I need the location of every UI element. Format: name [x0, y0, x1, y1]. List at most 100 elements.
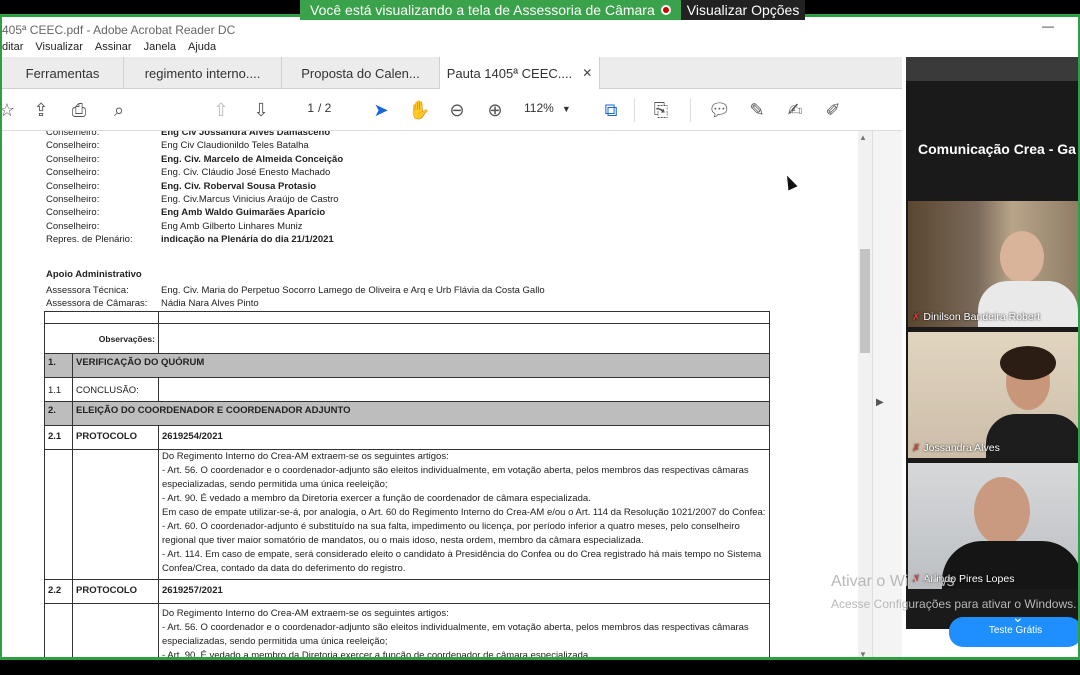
- search-icon[interactable]: ⌕: [108, 99, 130, 121]
- member-label: Conselheiro:: [46, 193, 100, 205]
- table-cell: [72, 603, 159, 657]
- zoom-in-icon[interactable]: ⊕: [484, 99, 506, 121]
- members-list: Conselheiro: Eng Civ Jossandra Alves Dama…: [46, 131, 343, 248]
- participant-video: [974, 477, 1030, 545]
- tab-bar: Ferramentas regimento interno.... Propos…: [2, 57, 902, 89]
- tab-pauta[interactable]: Pauta 1405ª CEEC.... ✕: [440, 57, 600, 89]
- tab-label: Ferramentas: [25, 65, 100, 81]
- member-label: Conselheiro:: [46, 207, 100, 219]
- member-name: Eng. Civ. Roberval Sousa Protasio: [161, 180, 317, 192]
- paragraph: - Art. 56. O coordenador e o coordenador…: [162, 465, 749, 490]
- chevron-down-icon[interactable]: ⌄: [1012, 609, 1024, 626]
- table-row: 2. ELEIÇÃO DO COORDENADOR E COORDENADOR …: [44, 401, 770, 426]
- mic-muted-icon: ✗: [912, 311, 921, 323]
- tab-label: regimento interno....: [144, 65, 261, 81]
- zoom-out-icon[interactable]: ⊖: [446, 99, 468, 121]
- hand-icon[interactable]: ✋: [408, 99, 430, 121]
- participant-video: [1000, 346, 1056, 380]
- list-item: Conselheiro: Eng Civ Jossandra Alves Dama…: [46, 131, 343, 140]
- table-row: 2.1 PROTOCOLO 2619254/2021: [44, 425, 770, 450]
- article-text: Do Regimento Interno do Crea-AM extraem-…: [158, 449, 770, 580]
- menu-window[interactable]: Janela: [144, 41, 176, 57]
- page-down-icon[interactable]: ⇩: [250, 99, 272, 121]
- comment-icon[interactable]: 💬︎: [708, 99, 731, 121]
- chevron-right-icon[interactable]: ▶: [876, 397, 884, 408]
- table-row: 1. VERIFICAÇÃO DO QUÓRUM: [44, 353, 770, 378]
- fit-page-icon[interactable]: ⧉: [600, 99, 622, 121]
- list-item: Assessora Técnica: Eng. Civ. Maria do Per…: [46, 285, 545, 298]
- page-up-icon[interactable]: ⇧: [210, 99, 232, 121]
- video-panel: Comunicação Crea - Ga ✗ Dinilson Bandeira…: [906, 57, 1078, 629]
- scroll-icon[interactable]: ⎘: [650, 99, 672, 121]
- menu-sign[interactable]: Assinar: [95, 41, 132, 57]
- view-options-button[interactable]: Visualizar Opções: [680, 0, 806, 20]
- scroll-down-icon[interactable]: ▼: [859, 650, 867, 657]
- video-tile[interactable]: ✗ Arlindo Pires Lopes: [908, 463, 1078, 589]
- tab-label: Pauta 1405ª CEEC....: [446, 65, 573, 81]
- toolbar: ☆ ⇪ ⎙ ⌕ ⇧ ⇩ 1 / 2 ➤ ✋ ⊖ ⊕ 112% ▼ ⧉ ⎘ 💬︎ ✎…: [2, 89, 902, 131]
- observations-label: Observações:: [44, 323, 159, 354]
- scrollbar-thumb[interactable]: [860, 249, 870, 353]
- scroll-up-icon[interactable]: ▲: [859, 133, 867, 142]
- screen-share-banner: Você está visualizando a tela de Assesso…: [300, 0, 806, 20]
- menu-edit[interactable]: ditar: [2, 41, 23, 57]
- paragraph: - Art. 60. O coordenador-adjunto é subst…: [162, 521, 740, 546]
- paragraph: - Art. 114. Em caso de empate, será cons…: [162, 549, 762, 574]
- section-heading: Apoio Administrativo: [46, 269, 142, 280]
- upload-icon[interactable]: ⇪: [30, 99, 52, 121]
- participant-label: Jossandra Alves: [923, 442, 1000, 454]
- menu-help[interactable]: Ajuda: [188, 41, 216, 57]
- member-label: Conselheiro:: [46, 180, 100, 192]
- menu-view[interactable]: Visualizar: [35, 41, 83, 57]
- star-icon[interactable]: ☆: [2, 99, 18, 121]
- tab-regimento[interactable]: regimento interno....: [124, 57, 282, 89]
- mouse-cursor: [782, 173, 798, 191]
- member-name: indicação na Plenária do dia 21/1/2021: [161, 234, 334, 246]
- windows-watermark: Ativar o Windows: [831, 573, 955, 590]
- edit-icon[interactable]: ✐: [822, 99, 844, 121]
- pdf-document[interactable]: Conselheiro: Eng Civ Jossandra Alves Dama…: [2, 131, 858, 657]
- list-item: Conselheiro: Eng. Civ. Roberval Sousa Pro…: [46, 181, 343, 194]
- table-row: Do Regimento Interno do Crea-AM extraem-…: [44, 449, 770, 580]
- print-icon[interactable]: ⎙: [68, 99, 90, 121]
- item-number: 2.1: [44, 425, 73, 450]
- participant-label: Dinilson Bandeira Robert: [923, 311, 1041, 323]
- video-panel-header: [906, 57, 1078, 81]
- item-title: CONCLUSÃO:: [72, 377, 159, 402]
- item-title: VERIFICAÇÃO DO QUÓRUM: [72, 353, 770, 378]
- member-label: Conselheiro:: [46, 153, 100, 165]
- recording-icon: [660, 5, 671, 15]
- table-cell: [158, 311, 770, 324]
- close-tab-icon[interactable]: ✕: [582, 66, 592, 80]
- paragraph: - Art. 90. É vedado a membro da Diretori…: [162, 493, 591, 504]
- apoio-name: Nádia Nara Alves Pinto: [161, 298, 259, 310]
- table-row: 1.1 CONCLUSÃO:: [44, 377, 770, 402]
- video-tile[interactable]: ✗ Jossandra Alves: [908, 332, 1078, 458]
- highlight-icon[interactable]: ✎: [746, 99, 768, 121]
- zoom-select[interactable]: 112% ▼: [524, 101, 582, 115]
- table-cell: [158, 377, 770, 402]
- item-number: 1.1: [44, 377, 73, 402]
- select-icon[interactable]: ➤: [370, 99, 392, 121]
- sign-icon[interactable]: ✍︎: [784, 99, 806, 121]
- paragraph: Do Regimento Interno do Crea-AM extraem-…: [162, 451, 449, 462]
- tab-tools[interactable]: Ferramentas: [2, 57, 124, 89]
- apoio-label: Assessora de Câmaras:: [46, 298, 148, 310]
- member-label: Conselheiro:: [46, 220, 100, 232]
- list-item: Repres. de Plenário: indicação na Plenári…: [46, 234, 343, 247]
- member-label: Repres. de Plenário:: [46, 234, 133, 246]
- page-number-input[interactable]: 1: [290, 101, 314, 115]
- minimize-button[interactable]: —: [1042, 19, 1054, 33]
- toolbar-divider: [690, 98, 691, 122]
- table-cell: [44, 603, 73, 657]
- video-tile[interactable]: ✗ Dinilson Bandeira Robert: [908, 201, 1078, 327]
- item-number: 1.: [44, 353, 73, 378]
- article-text: Do Regimento Interno do Crea-AM extraem-…: [158, 603, 770, 657]
- apoio-label: Assessora Técnica:: [46, 285, 129, 296]
- tab-proposta[interactable]: Proposta do Calen...: [282, 57, 440, 89]
- observations-field: [158, 323, 770, 354]
- agenda-table: Observações: 1. VERIFICAÇÃO DO QUÓRUM 1.…: [44, 311, 770, 657]
- member-name: Eng Civ Jossandra Alves Damasceno: [161, 131, 331, 138]
- table-row: Observações:: [44, 323, 770, 354]
- protocol-number: 2619254/2021: [158, 425, 770, 450]
